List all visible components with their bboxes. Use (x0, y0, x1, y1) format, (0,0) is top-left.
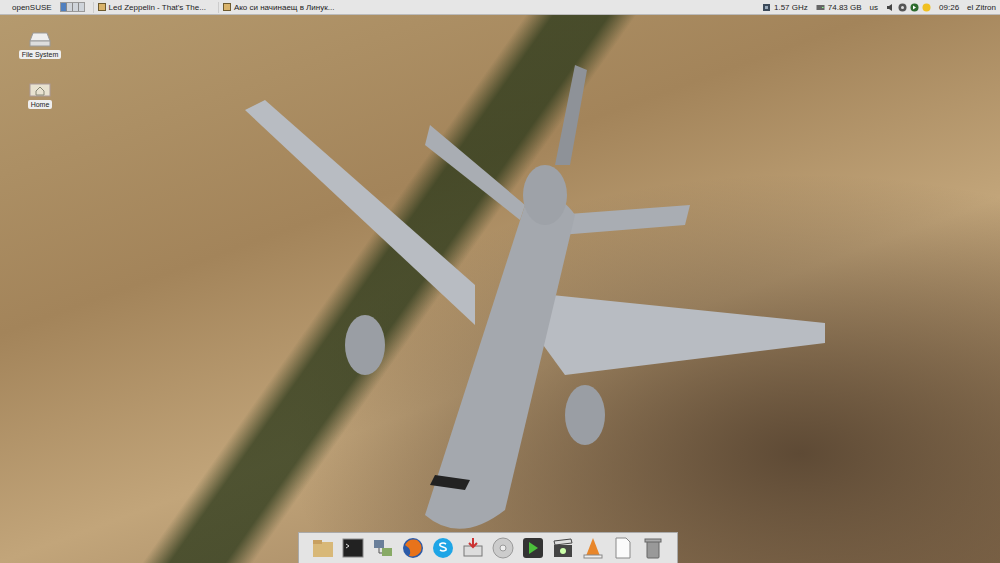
taskbar-item[interactable]: Ако си начинаещ в Линук... (218, 2, 339, 13)
skype-icon (431, 536, 455, 560)
user-name[interactable]: el Zitron (967, 3, 996, 12)
dock-item[interactable] (431, 536, 455, 560)
keyboard-layout[interactable]: us (870, 3, 878, 12)
dock-item[interactable] (611, 536, 635, 560)
dock-item[interactable] (641, 536, 665, 560)
dock-item[interactable] (401, 536, 425, 560)
airplane-photo (225, 55, 865, 535)
document-icon (611, 536, 635, 560)
window-icon (223, 3, 231, 11)
cone-icon (581, 536, 605, 560)
files-icon (311, 536, 335, 560)
start-menu-button[interactable]: openSUSE (12, 3, 52, 12)
weather-icon[interactable] (922, 3, 931, 12)
dock-item[interactable] (491, 536, 515, 560)
desktop-icon[interactable]: Home (18, 81, 62, 109)
window-icon (98, 3, 106, 11)
desktop-screen: openSUSE Led Zeppelin - That's The... Ако … (0, 0, 1000, 563)
trash-icon (641, 536, 665, 560)
dock-item[interactable] (341, 536, 365, 560)
disc-icon (491, 536, 515, 560)
system-tray (886, 3, 931, 12)
volume-icon[interactable] (886, 3, 895, 12)
taskbar-item[interactable]: Led Zeppelin - That's The... (93, 2, 210, 13)
video-icon (551, 536, 575, 560)
desktop-area: File System Home (0, 15, 1000, 563)
home-folder-icon (29, 81, 51, 97)
cpu-monitor: 1.57 GHz (762, 3, 808, 12)
workspace-switcher[interactable] (60, 2, 85, 12)
drive-icon (29, 31, 51, 47)
dock-item[interactable] (371, 536, 395, 560)
disk-monitor: 74.83 GB (816, 3, 862, 12)
wallpaper-photo (0, 15, 1000, 563)
desktop-icons: File System Home (18, 31, 62, 109)
dock-item[interactable] (461, 536, 485, 560)
clock[interactable]: 09:26 (939, 3, 959, 12)
desktop-icon[interactable]: File System (18, 31, 62, 59)
dock-item[interactable] (581, 536, 605, 560)
player-icon (521, 536, 545, 560)
workspace-cell[interactable] (67, 3, 72, 11)
network-icon[interactable] (898, 3, 907, 12)
dock-item[interactable] (311, 536, 335, 560)
workspace-cell[interactable] (61, 3, 66, 11)
update-icon[interactable] (910, 3, 919, 12)
workspace-cell[interactable] (79, 3, 84, 11)
cpu-icon (762, 3, 771, 12)
installer-icon (461, 536, 485, 560)
top-panel: openSUSE Led Zeppelin - That's The... Ако … (0, 0, 1000, 15)
workspace-cell[interactable] (73, 3, 78, 11)
firefox-icon (401, 536, 425, 560)
dock-item[interactable] (521, 536, 545, 560)
dock (298, 532, 678, 563)
disk-icon (816, 3, 825, 12)
dock-item[interactable] (551, 536, 575, 560)
terminal-icon (341, 536, 365, 560)
network-icon (371, 536, 395, 560)
